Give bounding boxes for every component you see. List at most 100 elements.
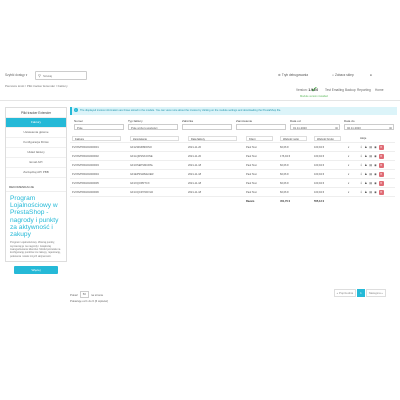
delete-icon[interactable]: ✕ bbox=[378, 189, 384, 195]
cell-toggle[interactable]: ▾ bbox=[346, 187, 358, 197]
delete-icon[interactable]: ✕ bbox=[378, 171, 384, 177]
table-row[interactable]: FV/INVPRD/2020/0002 GF1LQRSNKJONE 2021-11-… bbox=[70, 151, 395, 161]
sidebar-item-manage-api[interactable]: Zarządzaj API PBB bbox=[6, 168, 66, 178]
cell-client: Paul Test bbox=[244, 187, 278, 197]
cell-toggle[interactable]: ▾ bbox=[346, 151, 358, 161]
col-invoice: Faktura bbox=[70, 134, 128, 143]
table-row[interactable]: FV/INVPRD/2020/0006 GF1UQCRYNDVLD 2021-11-… bbox=[70, 187, 395, 197]
view-icon[interactable]: ◉ bbox=[374, 163, 377, 167]
user-icon[interactable]: ♟ bbox=[365, 190, 368, 194]
promo-more-button[interactable]: Więcej bbox=[14, 266, 58, 275]
col-order-label[interactable]: Zamówienie bbox=[130, 135, 179, 141]
filter-advance-input[interactable] bbox=[182, 124, 232, 130]
filter-label-date-to: Data do bbox=[344, 119, 355, 123]
col-date-label[interactable]: Data faktury bbox=[188, 135, 237, 141]
user-icon[interactable]: ♟ bbox=[365, 163, 368, 167]
pagination: « Poprzednia 1 Następna » bbox=[333, 289, 386, 297]
cell-date: 2021-11-18 bbox=[186, 187, 244, 197]
info-alert: i The displayed invoice information are t… bbox=[70, 107, 397, 115]
nav-home[interactable]: Home bbox=[375, 88, 384, 92]
version-info: Version: 1.9.0.0 bbox=[296, 88, 318, 92]
view-icon[interactable]: ◉ bbox=[374, 190, 377, 194]
cell-actions: ⇩ ♟ ▤ ◉ ✕ bbox=[358, 151, 395, 161]
nav-test-emailing[interactable]: Test Emailing bbox=[325, 88, 344, 92]
user-icon[interactable]: ♟ bbox=[365, 154, 368, 158]
pagination-page-1[interactable]: 1 bbox=[357, 289, 365, 297]
per-page-select[interactable]: 50 bbox=[79, 291, 89, 298]
table-row[interactable]: FV/INVPRD/2020/0001 GF1234M08KDNO 2021-11-… bbox=[70, 142, 395, 152]
nav-reporting[interactable]: Reporting bbox=[357, 88, 371, 92]
delete-icon[interactable]: ✕ bbox=[378, 180, 384, 186]
cell-toggle[interactable]: ▾ bbox=[346, 160, 358, 170]
version-label: Version: bbox=[296, 88, 308, 92]
cell-net: 82,06 € bbox=[278, 169, 312, 179]
filter-date-to-input[interactable]: 02.11.2020 ▦ bbox=[344, 124, 394, 130]
quick-access-menu[interactable]: Szybki dostęp ▾ bbox=[5, 73, 27, 77]
cell-actions: ⇩ ♟ ▤ ◉ ✕ bbox=[358, 142, 395, 152]
download-icon[interactable]: ⇩ bbox=[360, 163, 363, 167]
per-page-label: Pokaż bbox=[70, 292, 78, 297]
view-icon[interactable]: ◉ bbox=[374, 172, 377, 176]
filter-type-select[interactable]: Pole wyboru wartości bbox=[128, 124, 178, 130]
download-icon[interactable]: ⇩ bbox=[360, 145, 363, 149]
user-menu[interactable]: ● bbox=[370, 73, 372, 77]
calendar-icon: ▦ bbox=[335, 126, 338, 130]
filter-date-from-input[interactable]: 01.11.2020 ▦ bbox=[290, 124, 340, 130]
filter-date-to-value: 02.11.2020 bbox=[347, 126, 361, 130]
delete-icon[interactable]: ✕ bbox=[378, 153, 384, 159]
col-net-label[interactable]: Wartość netto bbox=[280, 135, 307, 141]
cell-gross: 100,94 € bbox=[312, 169, 346, 179]
view-icon[interactable]: ◉ bbox=[374, 181, 377, 185]
view-icon[interactable]: ◉ bbox=[374, 145, 377, 149]
table-row[interactable]: FV/INVPRD/2020/0005 GF1XQOPRTCX 2021-11-18… bbox=[70, 178, 395, 188]
download-icon[interactable]: ⇩ bbox=[360, 181, 363, 185]
download-icon[interactable]: ⇩ bbox=[360, 190, 363, 194]
user-icon[interactable]: ♟ bbox=[365, 181, 368, 185]
pdf-icon[interactable]: ▤ bbox=[369, 190, 372, 194]
search-input[interactable]: ⚲ Szukaj bbox=[35, 71, 87, 80]
table-row[interactable]: FV/INVPRD/2020/0003 GF1OSEPSMURSL 2021-11-… bbox=[70, 160, 395, 170]
cell-gross: 100,94 € bbox=[312, 142, 346, 152]
filter-order-input[interactable] bbox=[236, 124, 286, 130]
cell-invoice: FV/INVPRD/2020/0002 bbox=[70, 151, 128, 161]
filter-date-from-value: 01.11.2020 bbox=[293, 126, 307, 130]
pagination-prev[interactable]: « Poprzednia bbox=[333, 289, 357, 297]
user-icon[interactable]: ♟ bbox=[365, 172, 368, 176]
cell-actions: ⇩ ♟ ▤ ◉ ✕ bbox=[358, 160, 395, 170]
col-gross-label[interactable]: Wartość brutto bbox=[314, 135, 341, 141]
view-icon[interactable]: ◉ bbox=[374, 154, 377, 158]
cell-toggle[interactable]: ▾ bbox=[346, 178, 358, 188]
pdf-icon[interactable]: ▤ bbox=[369, 145, 372, 149]
per-page-suffix: na stronie bbox=[90, 292, 104, 297]
sidebar-item-email-api[interactable]: Email API bbox=[6, 158, 66, 168]
col-client-label[interactable]: Klient bbox=[246, 135, 273, 141]
col-invoice-label[interactable]: Faktura bbox=[72, 135, 121, 141]
pdf-icon[interactable]: ▤ bbox=[369, 163, 372, 167]
view-store-label: Zobacz sklep bbox=[334, 73, 354, 77]
col-client: Klient bbox=[244, 134, 278, 143]
filter-number-select[interactable]: Pole bbox=[74, 124, 124, 130]
filter-label-type: Typ faktury bbox=[128, 119, 143, 123]
delete-icon[interactable]: ✕ bbox=[378, 162, 384, 168]
cell-toggle[interactable]: ▾ bbox=[346, 169, 358, 179]
debug-mode-link[interactable]: ⚙ Tryb debugowania bbox=[278, 73, 308, 77]
download-icon[interactable]: ⇩ bbox=[360, 172, 363, 176]
view-store-link[interactable]: ⌂ Zobacz sklep bbox=[332, 73, 354, 77]
pdf-icon[interactable]: ▤ bbox=[369, 172, 372, 176]
sidebar-item-invoice-layout[interactable]: Układ faktury bbox=[6, 148, 66, 158]
sidebar: Pliki tracker Extender Faktury Ustawieni… bbox=[5, 107, 67, 275]
pdf-icon[interactable]: ▤ bbox=[369, 181, 372, 185]
pdf-icon[interactable]: ▤ bbox=[369, 154, 372, 158]
promo-heading[interactable]: Program Lojalnościowy w PrestaShop - nag… bbox=[6, 192, 66, 238]
summary-label: Razem bbox=[246, 199, 255, 203]
pagination-next[interactable]: Następna » bbox=[365, 289, 386, 297]
download-icon[interactable]: ⇩ bbox=[360, 154, 363, 158]
delete-icon[interactable]: ✕ bbox=[378, 144, 384, 150]
sidebar-item-main-settings[interactable]: Ustawienia główne bbox=[6, 128, 66, 138]
sidebar-item-invoices[interactable]: Faktury bbox=[6, 118, 66, 128]
table-row[interactable]: FV/INVPRD/2020/0004 GF1EPSSWHEUER 2021-11-… bbox=[70, 169, 395, 179]
sidebar-item-filter-config[interactable]: Konfiguracja filtrów bbox=[6, 138, 66, 148]
cell-toggle[interactable]: ▾ bbox=[346, 142, 358, 152]
nav-backup[interactable]: Backup bbox=[345, 88, 356, 92]
user-icon[interactable]: ♟ bbox=[365, 145, 368, 149]
